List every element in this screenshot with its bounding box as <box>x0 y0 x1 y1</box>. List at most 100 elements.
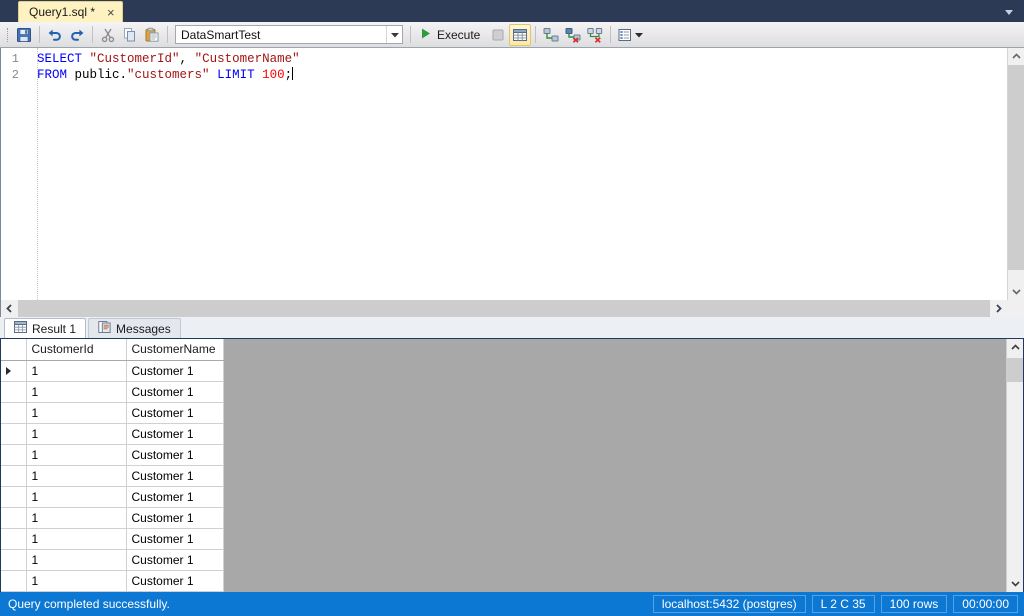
results-grid-viewport[interactable]: CustomerId CustomerName 1 Customer 1 1 Cust… <box>1 339 1006 592</box>
table-row[interactable]: 1 Customer 1 <box>1 507 224 529</box>
table-cell-customername[interactable]: Customer 1 <box>126 381 224 403</box>
table-cell-customerid[interactable]: 1 <box>26 486 127 508</box>
editor-horizontal-scrollbar[interactable] <box>0 300 1024 317</box>
scroll-left-icon[interactable] <box>1 300 18 317</box>
table-cell-customerid[interactable]: 1 <box>26 423 127 445</box>
scroll-up-icon[interactable] <box>1008 48 1024 65</box>
query-options-icon[interactable] <box>615 24 645 46</box>
scroll-down-icon[interactable] <box>1007 575 1023 592</box>
status-elapsed-time: 00:00:00 <box>953 595 1018 613</box>
results-to-grid-icon[interactable] <box>509 23 532 46</box>
table-cell-customername[interactable]: Customer 1 <box>126 507 224 529</box>
column-header-customerid[interactable]: CustomerId <box>26 339 127 361</box>
table-cell-customerid[interactable]: 1 <box>26 444 127 466</box>
row-selector-cell[interactable] <box>1 360 27 382</box>
table-cell-customerid[interactable]: 1 <box>26 465 127 487</box>
table-cell-customerid[interactable]: 1 <box>26 402 127 424</box>
table-cell-customername[interactable]: Customer 1 <box>126 402 224 424</box>
results-vertical-scrollbar[interactable] <box>1006 339 1023 592</box>
code-token: SELECT <box>37 52 83 66</box>
results-tabstrip: Result 1 Messages <box>0 317 1024 339</box>
row-selector-cell[interactable] <box>1 465 27 487</box>
table-row[interactable]: 1 Customer 1 <box>1 360 224 382</box>
table-row[interactable]: 1 Customer 1 <box>1 444 224 466</box>
editor-scroll-thumb[interactable] <box>1008 65 1024 270</box>
tab-messages[interactable]: Messages <box>88 318 181 338</box>
sql-editor[interactable]: 1 2 SELECT "CustomerId", "CustomerName" … <box>0 48 1024 300</box>
chevron-down-icon[interactable] <box>1002 6 1016 18</box>
table-cell-customername[interactable]: Customer 1 <box>126 423 224 445</box>
code-token: "CustomerId" <box>89 52 180 66</box>
table-row[interactable]: 1 Customer 1 <box>1 570 224 592</box>
table-cell-customername[interactable]: Customer 1 <box>126 549 224 571</box>
code-text-area[interactable]: SELECT "CustomerId", "CustomerName" FROM… <box>23 48 1007 300</box>
cut-icon[interactable] <box>97 24 119 46</box>
column-header-customername[interactable]: CustomerName <box>126 339 224 361</box>
table-row[interactable]: 1 Customer 1 <box>1 528 224 550</box>
table-row[interactable]: 1 Customer 1 <box>1 402 224 424</box>
copy-icon[interactable] <box>119 24 141 46</box>
table-cell-customerid[interactable]: 1 <box>26 570 127 592</box>
paste-icon[interactable] <box>141 24 163 46</box>
play-icon <box>420 27 432 43</box>
table-row[interactable]: 1 Customer 1 <box>1 486 224 508</box>
code-token: FROM <box>37 68 68 82</box>
results-grid[interactable]: CustomerId CustomerName 1 Customer 1 1 Cust… <box>1 339 224 592</box>
table-cell-customername[interactable]: Customer 1 <box>126 528 224 550</box>
results-scroll-thumb[interactable] <box>1007 358 1023 382</box>
row-selector-cell[interactable] <box>1 402 27 424</box>
table-row[interactable]: 1 Customer 1 <box>1 381 224 403</box>
redo-icon[interactable] <box>66 24 88 46</box>
document-tab-query1[interactable]: Query1.sql * × <box>18 1 123 22</box>
execute-button[interactable]: Execute <box>415 24 487 46</box>
scroll-right-icon[interactable] <box>990 300 1007 317</box>
table-cell-customerid[interactable]: 1 <box>26 528 127 550</box>
toolbar-grip[interactable] <box>4 26 11 44</box>
table-cell-customerid[interactable]: 1 <box>26 549 127 571</box>
connection-selector[interactable]: DataSmartTest <box>175 25 403 44</box>
execute-button-label: Execute <box>437 27 481 42</box>
row-selector-cell[interactable] <box>1 507 27 529</box>
table-row[interactable]: 1 Customer 1 <box>1 465 224 487</box>
row-selector-cell[interactable] <box>1 549 27 571</box>
editor-hscroll-track[interactable] <box>18 300 990 317</box>
tab-result-1[interactable]: Result 1 <box>4 318 87 338</box>
code-token: "customers" <box>127 68 210 82</box>
chevron-down-icon[interactable] <box>386 26 402 43</box>
row-selector-cell[interactable] <box>1 423 27 445</box>
table-cell-customername[interactable]: Customer 1 <box>126 360 224 382</box>
close-icon[interactable]: × <box>107 6 115 19</box>
toolbar-separator <box>535 26 537 43</box>
row-selector-cell[interactable] <box>1 381 27 403</box>
row-selector-cell[interactable] <box>1 444 27 466</box>
row-selector-cell[interactable] <box>1 528 27 550</box>
table-cell-customerid[interactable]: 1 <box>26 507 127 529</box>
main-toolbar: DataSmartTest Execute <box>0 22 1024 48</box>
editor-hscroll-thumb[interactable] <box>18 300 990 317</box>
table-row[interactable]: 1 Customer 1 <box>1 549 224 571</box>
disconnect-icon[interactable] <box>562 24 584 46</box>
row-selector-cell[interactable] <box>1 570 27 592</box>
change-connection-icon[interactable] <box>584 24 606 46</box>
current-row-icon <box>6 367 11 376</box>
scroll-up-icon[interactable] <box>1007 339 1023 356</box>
table-cell-customerid[interactable]: 1 <box>26 381 127 403</box>
document-tabstrip: Query1.sql * × <box>0 0 1024 22</box>
table-cell-customerid[interactable]: 1 <box>26 360 127 382</box>
row-selector-cell[interactable] <box>1 486 27 508</box>
scroll-down-icon[interactable] <box>1008 283 1024 300</box>
editor-scroll-track[interactable] <box>1008 65 1024 283</box>
table-row[interactable]: 1 Customer 1 <box>1 423 224 445</box>
results-scroll-track[interactable] <box>1007 356 1023 575</box>
table-cell-customername[interactable]: Customer 1 <box>126 444 224 466</box>
save-icon[interactable] <box>13 24 35 46</box>
table-cell-customername[interactable]: Customer 1 <box>126 570 224 592</box>
table-cell-customername[interactable]: Customer 1 <box>126 465 224 487</box>
undo-icon[interactable] <box>44 24 66 46</box>
table-cell-customername[interactable]: Customer 1 <box>126 486 224 508</box>
row-selector-header[interactable] <box>1 339 27 361</box>
grid-header-row: CustomerId CustomerName <box>1 339 224 361</box>
editor-vertical-scrollbar[interactable] <box>1007 48 1024 300</box>
connect-icon[interactable] <box>540 24 562 46</box>
stop-icon[interactable] <box>487 24 509 46</box>
